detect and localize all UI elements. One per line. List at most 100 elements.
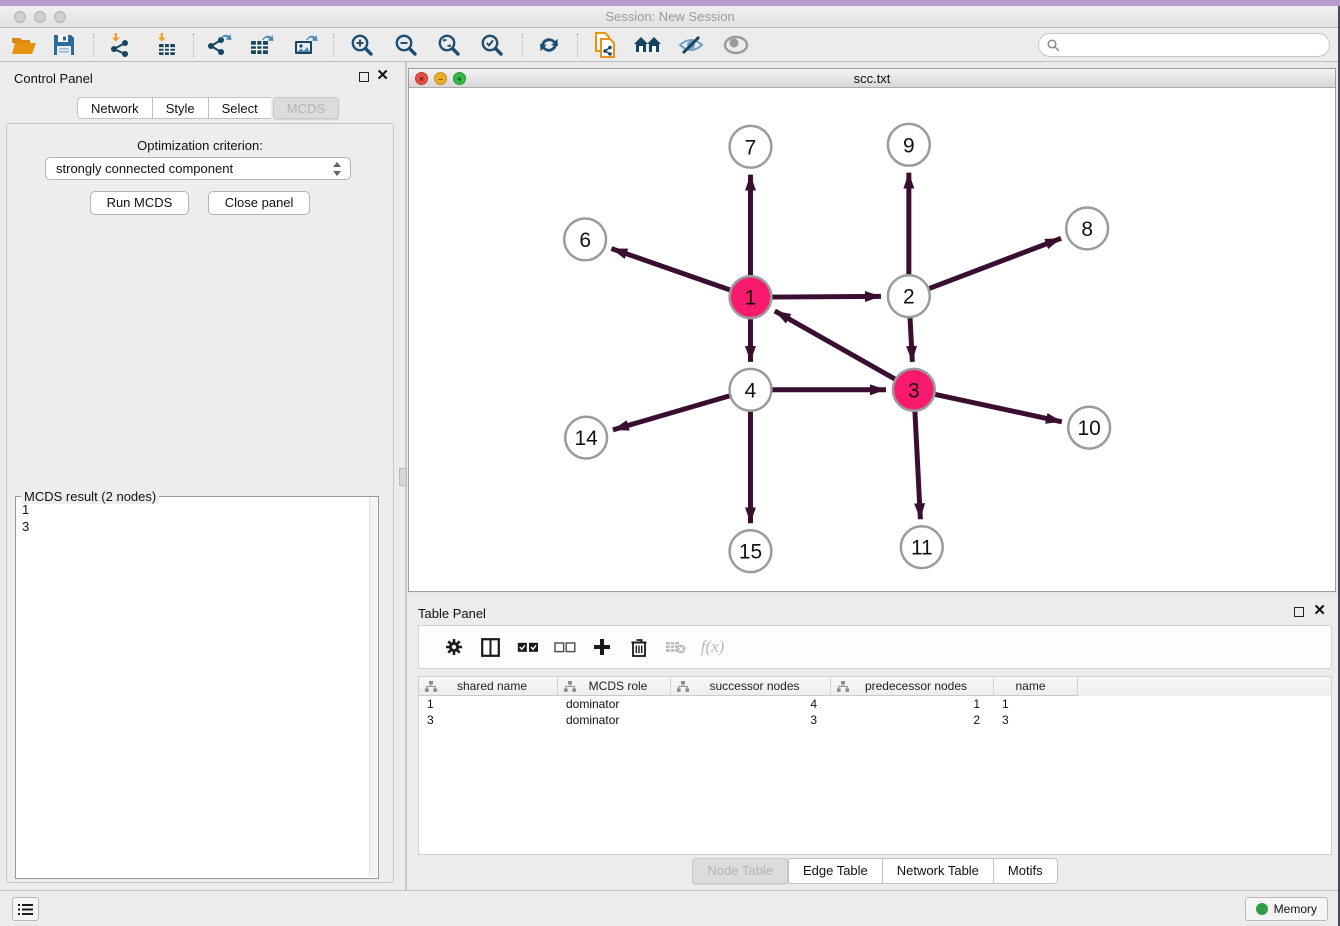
- mcds-result-list[interactable]: 13: [17, 498, 369, 877]
- memory-button[interactable]: Memory: [1245, 897, 1328, 921]
- memory-status-icon: [1256, 903, 1268, 915]
- graph-edge[interactable]: [613, 396, 730, 430]
- graph-edge[interactable]: [910, 318, 912, 362]
- cell-mcds-role[interactable]: dominator: [558, 712, 671, 728]
- zoom-selected-icon[interactable]: [476, 31, 508, 59]
- status-bar: Memory: [0, 890, 1340, 926]
- tab-network[interactable]: Network: [77, 97, 152, 119]
- function-builder-icon[interactable]: f(x): [694, 637, 731, 657]
- unselect-all-icon[interactable]: [546, 642, 583, 653]
- import-network-icon[interactable]: [104, 31, 136, 59]
- graph-node[interactable]: 11: [901, 526, 943, 568]
- search-input[interactable]: [1060, 38, 1329, 52]
- open-session-icon[interactable]: [8, 31, 40, 59]
- export-network-icon[interactable]: [203, 31, 235, 59]
- column-header-shared-name[interactable]: shared name: [419, 677, 558, 696]
- table-row[interactable]: 1dominator411: [419, 696, 1331, 712]
- export-table-icon[interactable]: [246, 31, 278, 59]
- graph-edge[interactable]: [611, 249, 729, 290]
- graph-node[interactable]: 14: [565, 417, 607, 459]
- zoom-out-icon[interactable]: [390, 31, 422, 59]
- close-panel-icon[interactable]: ✕: [376, 68, 389, 84]
- float-panel-icon[interactable]: [359, 72, 369, 82]
- cell-predecessor-nodes[interactable]: 1: [831, 696, 994, 712]
- tab-node-table[interactable]: Node Table: [692, 858, 788, 884]
- main-toolbar: [0, 28, 1340, 62]
- tab-network-table[interactable]: Network Table: [882, 858, 993, 884]
- column-header-name[interactable]: name: [994, 677, 1078, 696]
- delete-row-icon[interactable]: [620, 638, 657, 657]
- tab-edge-table[interactable]: Edge Table: [788, 858, 882, 884]
- new-network-from-selection-icon[interactable]: [589, 31, 621, 59]
- import-table-icon[interactable]: [150, 31, 182, 59]
- table-header-row: shared name MCDS rolesuccessor nodesprede…: [419, 677, 1331, 696]
- home-icon[interactable]: [632, 31, 664, 59]
- task-history-icon[interactable]: [12, 897, 39, 921]
- network-graph[interactable]: 7 9 6 8 1 2 4 3 14 10 15 11: [409, 88, 1335, 591]
- apply-layout-icon[interactable]: [533, 31, 565, 59]
- graph-node[interactable]: 15: [730, 530, 772, 572]
- select-all-icon[interactable]: [509, 642, 546, 653]
- result-item[interactable]: 1: [22, 501, 369, 518]
- graph-edge[interactable]: [929, 238, 1061, 288]
- cell-successor-nodes[interactable]: 4: [671, 696, 831, 712]
- split-pane-divider[interactable]: [405, 62, 407, 890]
- optimization-criterion-select[interactable]: strongly connected component: [45, 157, 351, 180]
- graph-edge[interactable]: [772, 296, 881, 297]
- tree-icon: [837, 681, 849, 692]
- cell-mcds-role[interactable]: dominator: [558, 696, 671, 712]
- export-image-icon[interactable]: [290, 31, 322, 59]
- column-header-successor-nodes[interactable]: successor nodes: [671, 677, 831, 696]
- node-table[interactable]: shared name MCDS rolesuccessor nodesprede…: [418, 676, 1332, 855]
- add-row-icon[interactable]: [583, 638, 620, 656]
- graph-edge[interactable]: [935, 394, 1062, 421]
- table-row[interactable]: 3dominator323: [419, 712, 1331, 728]
- graph-edge[interactable]: [915, 412, 920, 520]
- cell-name[interactable]: 1: [994, 696, 1078, 712]
- graph-node[interactable]: 10: [1068, 407, 1110, 449]
- graph-node[interactable]: 3: [893, 369, 935, 411]
- network-window-titlebar[interactable]: × – + scc.txt: [409, 69, 1335, 88]
- split-columns-icon[interactable]: [472, 638, 509, 657]
- save-session-icon[interactable]: [48, 31, 80, 59]
- cell-predecessor-nodes[interactable]: 2: [831, 712, 994, 728]
- optimization-criterion-value: strongly connected component: [56, 161, 233, 176]
- run-mcds-button[interactable]: Run MCDS: [90, 191, 190, 215]
- cell-name[interactable]: 3: [994, 712, 1078, 728]
- delete-table-icon[interactable]: [657, 640, 694, 654]
- graph-node[interactable]: 4: [730, 369, 772, 411]
- tab-mcds[interactable]: MCDS: [273, 97, 339, 119]
- graph-node[interactable]: 7: [730, 126, 772, 168]
- graph-node[interactable]: 8: [1066, 208, 1108, 250]
- tab-select[interactable]: Select: [208, 97, 271, 119]
- graph-node[interactable]: 9: [888, 124, 930, 166]
- graph-edge[interactable]: [775, 311, 895, 379]
- zoom-in-icon[interactable]: [346, 31, 378, 59]
- graph-node[interactable]: 2: [888, 275, 930, 317]
- cell-shared-name[interactable]: 3: [419, 712, 558, 728]
- close-table-panel-icon[interactable]: ✕: [1313, 603, 1326, 619]
- result-scrollbar[interactable]: [369, 498, 377, 877]
- result-item[interactable]: 3: [22, 518, 369, 535]
- column-header-predecessor-nodes[interactable]: predecessor nodes: [831, 677, 994, 696]
- tab-motifs[interactable]: Motifs: [993, 858, 1058, 884]
- graph-node-label: 11: [911, 537, 933, 560]
- cell-shared-name[interactable]: 1: [419, 696, 558, 712]
- app-window: Session: New Session: [0, 0, 1340, 926]
- cell-successor-nodes[interactable]: 3: [671, 712, 831, 728]
- function-builder-label: f(x): [701, 637, 725, 657]
- show-graphics-details-icon[interactable]: [720, 31, 752, 59]
- column-label: MCDS role: [576, 679, 670, 693]
- divider-handle[interactable]: [399, 468, 407, 486]
- graph-node[interactable]: 1: [730, 276, 772, 318]
- network-canvas[interactable]: 7 9 6 8 1 2 4 3 14 10 15 11: [409, 88, 1335, 591]
- zoom-fit-icon[interactable]: [433, 31, 465, 59]
- float-table-panel-icon[interactable]: [1294, 607, 1304, 617]
- graph-node[interactable]: 6: [564, 218, 606, 260]
- search-box[interactable]: [1038, 33, 1330, 57]
- hide-graphics-details-icon[interactable]: [675, 31, 707, 59]
- close-panel-button[interactable]: Close panel: [208, 191, 311, 215]
- tab-style[interactable]: Style: [152, 97, 208, 119]
- table-settings-icon[interactable]: [435, 638, 472, 656]
- column-header-mcds-role[interactable]: MCDS role: [558, 677, 671, 696]
